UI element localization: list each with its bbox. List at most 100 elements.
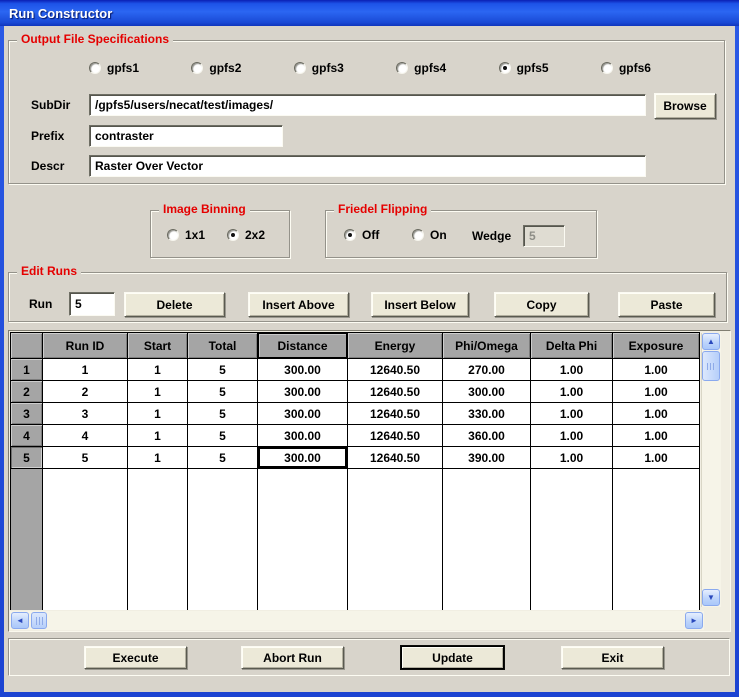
- row-header[interactable]: 2: [11, 381, 43, 403]
- column-header-exposure[interactable]: Exposure: [613, 333, 700, 359]
- radio-friedel-off[interactable]: Off: [344, 228, 379, 242]
- table-cell[interactable]: 1.00: [613, 425, 700, 447]
- row-header[interactable]: 1: [11, 359, 43, 381]
- insert-below-button[interactable]: Insert Below: [371, 292, 469, 317]
- empty-column: [43, 469, 128, 610]
- edit-runs-label: Edit Runs: [17, 264, 81, 278]
- table-cell[interactable]: 5: [188, 425, 258, 447]
- table-cell[interactable]: 5: [43, 447, 128, 469]
- table-cell[interactable]: 1.00: [613, 403, 700, 425]
- delete-button[interactable]: Delete: [124, 292, 225, 317]
- radio-gpfs1[interactable]: gpfs1: [89, 61, 139, 75]
- scroll-up-button[interactable]: ▲: [702, 333, 720, 350]
- table-cell[interactable]: 4: [43, 425, 128, 447]
- subdir-input[interactable]: [89, 94, 646, 116]
- radio-friedel-on[interactable]: On: [412, 228, 447, 242]
- empty-row-header-strip: [11, 469, 43, 610]
- empty-column: [188, 469, 258, 610]
- run-constructor-window: Run Constructor Output File Specificatio…: [0, 0, 739, 697]
- table-cell[interactable]: 300.00: [258, 425, 348, 447]
- image-binning-group: Image Binning 1x1 2x2: [150, 202, 290, 258]
- table-cell[interactable]: 5: [188, 447, 258, 469]
- row-header-active[interactable]: 5: [11, 447, 43, 469]
- table-cell[interactable]: 12640.50: [348, 447, 443, 469]
- radio-gpfs2[interactable]: gpfs2: [191, 61, 241, 75]
- run-label: Run: [29, 297, 53, 311]
- corner-header-cell: [11, 333, 43, 359]
- table-cell[interactable]: 12640.50: [348, 359, 443, 381]
- table-cell[interactable]: 1: [128, 403, 188, 425]
- table-cell[interactable]: 390.00: [443, 447, 531, 469]
- table-cell[interactable]: 5: [188, 403, 258, 425]
- radio-gpfs6[interactable]: gpfs6: [600, 61, 651, 75]
- table-cell[interactable]: 300.00: [258, 359, 348, 381]
- column-header-distance[interactable]: Distance: [258, 333, 348, 359]
- radio-icon-selected: [344, 229, 356, 241]
- horizontal-scrollbar-thumb[interactable]: [31, 612, 47, 629]
- table-cell[interactable]: 1: [128, 381, 188, 403]
- table-cell[interactable]: 2: [43, 381, 128, 403]
- table-cell[interactable]: 300.00: [258, 381, 348, 403]
- table-cell[interactable]: 300.00: [258, 403, 348, 425]
- insert-above-button[interactable]: Insert Above: [248, 292, 349, 317]
- table-cell[interactable]: 1.00: [613, 359, 700, 381]
- abort-run-button[interactable]: Abort Run: [241, 646, 344, 669]
- column-header-phi-omega[interactable]: Phi/Omega: [443, 333, 531, 359]
- vertical-scrollbar-track[interactable]: [701, 382, 721, 589]
- table-cell[interactable]: 12640.50: [348, 403, 443, 425]
- table-cell[interactable]: 300.00: [443, 381, 531, 403]
- table-cell[interactable]: 1.00: [531, 381, 613, 403]
- empty-column: [443, 469, 531, 610]
- radio-gpfs3[interactable]: gpfs3: [293, 61, 344, 75]
- column-header-delta-phi[interactable]: Delta Phi: [531, 333, 613, 359]
- table-cell[interactable]: 1: [43, 359, 128, 381]
- table-cell[interactable]: 1.00: [531, 447, 613, 469]
- table-cell[interactable]: 1.00: [613, 381, 700, 403]
- update-button[interactable]: Update: [401, 646, 504, 669]
- row-header[interactable]: 4: [11, 425, 43, 447]
- table-cell[interactable]: 1.00: [531, 425, 613, 447]
- paste-button[interactable]: Paste: [618, 292, 715, 317]
- radio-gpfs4[interactable]: gpfs4: [396, 61, 446, 75]
- table-cell[interactable]: 360.00: [443, 425, 531, 447]
- table-cell[interactable]: 5: [188, 359, 258, 381]
- scroll-down-button[interactable]: ▼: [702, 589, 720, 606]
- titlebar[interactable]: Run Constructor: [0, 0, 739, 26]
- radio-gpfs5[interactable]: gpfs5: [498, 61, 549, 75]
- column-header-energy[interactable]: Energy: [348, 333, 443, 359]
- selected-table-cell[interactable]: 300.00: [258, 447, 348, 469]
- runs-table-panel: Run ID Start Total Distance Energy Phi/O…: [8, 330, 731, 632]
- vertical-scrollbar-thumb[interactable]: [702, 351, 720, 381]
- table-cell[interactable]: 270.00: [443, 359, 531, 381]
- exit-button[interactable]: Exit: [561, 646, 664, 669]
- table-cell[interactable]: 5: [188, 381, 258, 403]
- table-cell[interactable]: 1.00: [531, 359, 613, 381]
- column-header-run-id[interactable]: Run ID: [43, 333, 128, 359]
- column-header-start[interactable]: Start: [128, 333, 188, 359]
- table-cell[interactable]: 12640.50: [348, 425, 443, 447]
- run-number-input[interactable]: [69, 292, 115, 316]
- horizontal-scrollbar[interactable]: ◄ ►: [10, 611, 704, 630]
- table-cell[interactable]: 12640.50: [348, 381, 443, 403]
- table-cell[interactable]: 3: [43, 403, 128, 425]
- radio-binning-2x2[interactable]: 2x2: [227, 228, 265, 242]
- prefix-input[interactable]: [89, 125, 283, 147]
- copy-button[interactable]: Copy: [494, 292, 589, 317]
- radio-binning-1x1[interactable]: 1x1: [167, 228, 205, 242]
- table-cell[interactable]: 1.00: [531, 403, 613, 425]
- scroll-right-button[interactable]: ►: [685, 612, 703, 629]
- browse-button[interactable]: Browse: [654, 93, 716, 119]
- table-cell[interactable]: 1: [128, 447, 188, 469]
- execute-button[interactable]: Execute: [84, 646, 187, 669]
- wedge-label: Wedge: [472, 229, 512, 243]
- table-cell[interactable]: 330.00: [443, 403, 531, 425]
- table-cell[interactable]: 1: [128, 425, 188, 447]
- descr-input[interactable]: [89, 155, 646, 177]
- column-header-total[interactable]: Total: [188, 333, 258, 359]
- table-cell[interactable]: 1: [128, 359, 188, 381]
- table-cell[interactable]: 1.00: [613, 447, 700, 469]
- row-header[interactable]: 3: [11, 403, 43, 425]
- vertical-scrollbar[interactable]: ▲ ▼: [701, 333, 721, 607]
- radio-icon: [191, 62, 204, 74]
- scroll-left-button[interactable]: ◄: [11, 612, 29, 629]
